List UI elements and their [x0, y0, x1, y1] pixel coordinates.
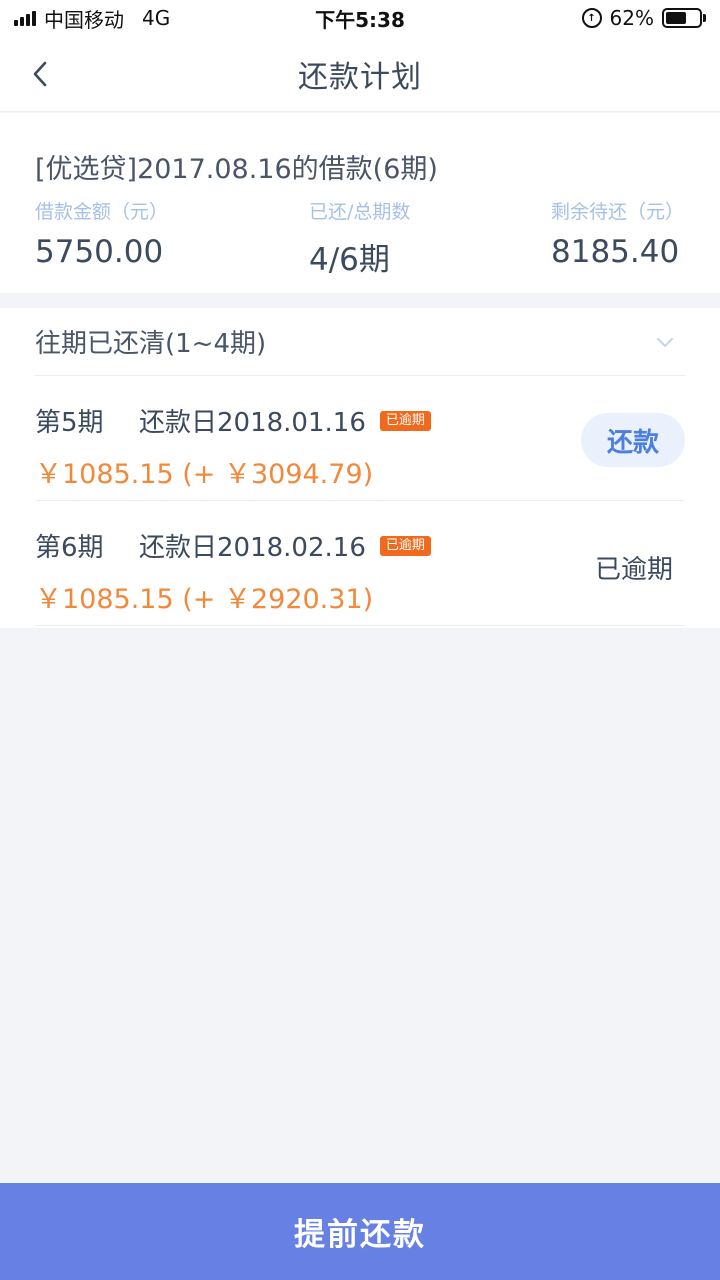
stat-value: 4/6期: [309, 242, 390, 278]
status-right: ↑ 62%: [581, 6, 706, 30]
remaining-stat: 剩余待还（元） 8185.40: [551, 197, 684, 270]
due-date: 还款日2018.02.16: [139, 533, 366, 563]
overdue-badge: 已逾期: [379, 410, 431, 431]
period-amount: ￥1085.15 (+ ￥3094.79): [35, 459, 374, 490]
battery-icon: [662, 8, 706, 28]
period-number: 第6期: [35, 533, 104, 563]
status-bar: 中国移动 4G 下午5:38 ↑ 62%: [0, 0, 720, 36]
repay-button[interactable]: 还款: [581, 413, 685, 467]
period-row-5: 第5期 还款日2018.01.16 已逾期 ￥1085.15 (+ ￥3094.…: [35, 376, 685, 501]
repayment-plan-screen: 中国移动 4G 下午5:38 ↑ 62% 还款计划 [优选贷]2017.08.1…: [0, 0, 720, 1280]
overdue-badge: 已逾期: [379, 535, 431, 556]
chevron-down-icon: [657, 337, 673, 347]
stat-label: 借款金额（元）: [35, 201, 169, 223]
period-header: 第5期 还款日2018.01.16 已逾期: [35, 402, 431, 439]
rotation-lock-icon: ↑: [581, 8, 602, 28]
prepay-button[interactable]: 提前还款: [0, 1183, 720, 1280]
page-title: 还款计划: [298, 59, 422, 95]
battery-percent: 62%: [609, 6, 654, 30]
repayment-plan-list: 往期已还清(1~4期) 第5期 还款日2018.01.16 已逾期 ￥1085.…: [0, 308, 720, 628]
loan-amount-stat: 借款金额（元） 5750.00: [35, 197, 168, 270]
stat-label: 已还/总期数: [309, 201, 411, 223]
period-row-6: 第6期 还款日2018.02.16 已逾期 ￥1085.15 (+ ￥2920.…: [35, 501, 685, 626]
paid-periods-label: 往期已还清(1~4期): [35, 329, 267, 359]
loan-title: [优选贷]2017.08.16的借款(6期): [35, 154, 438, 185]
loan-summary: [优选贷]2017.08.16的借款(6期) 借款金额（元） 5750.00 已…: [0, 113, 720, 293]
period-number: 第5期: [35, 408, 104, 438]
overdue-status: 已逾期: [594, 555, 673, 585]
signal-icon: [14, 10, 36, 26]
network-label: 4G: [142, 6, 171, 30]
back-button[interactable]: [14, 48, 66, 100]
nav-bar: 还款计划: [0, 36, 720, 112]
stat-value: 5750.00: [35, 234, 164, 270]
period-header: 第6期 还款日2018.02.16 已逾期: [35, 527, 431, 564]
due-date: 还款日2018.01.16: [139, 408, 366, 438]
stat-value: 8185.40: [551, 234, 680, 270]
paid-periods-toggle[interactable]: 往期已还清(1~4期): [35, 308, 685, 376]
stat-label: 剩余待还（元）: [551, 201, 685, 223]
carrier-label: 中国移动: [44, 7, 124, 32]
period-amount: ￥1085.15 (+ ￥2920.31): [35, 584, 374, 615]
status-left: 中国移动 4G: [14, 4, 170, 33]
chevron-left-icon: [33, 61, 47, 87]
paid-periods-stat: 已还/总期数 4/6期: [309, 197, 410, 279]
